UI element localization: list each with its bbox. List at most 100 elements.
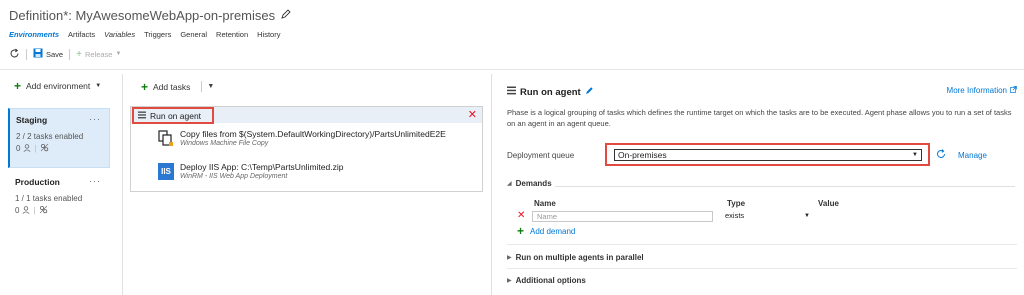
- chevron-down-icon: ▼: [95, 83, 102, 89]
- more-information-link[interactable]: More Information: [947, 86, 1017, 95]
- tab-retention[interactable]: Retention: [216, 30, 248, 39]
- delete-demand-icon[interactable]: ✕: [517, 210, 525, 221]
- section-divider: [507, 268, 1017, 269]
- environment-card-production[interactable]: Production ··· 1 / 1 tasks enabled 0 |: [8, 170, 110, 230]
- add-demand-button[interactable]: + Add demand: [517, 224, 576, 238]
- more-information-label: More Information: [946, 86, 1007, 95]
- phase-detail-panel: Run on agent More Information Phase is a…: [507, 86, 1017, 285]
- tab-artifacts[interactable]: Artifacts: [68, 30, 95, 39]
- more-options-icon[interactable]: ···: [89, 114, 101, 124]
- add-environment-label: Add environment: [26, 81, 91, 91]
- task-name: Deploy IIS App: C:\Temp\PartsUnlimited.z…: [180, 162, 344, 172]
- column-divider: [122, 74, 123, 295]
- phase-list-icon: [507, 86, 516, 98]
- deployment-conditions-icon: [40, 143, 49, 154]
- task-copy-files[interactable]: Copy files from $(System.DefaultWorkingD…: [158, 129, 446, 147]
- detail-header: Run on agent: [507, 86, 1017, 98]
- additional-options-label: Additional options: [515, 276, 586, 285]
- chevron-down-icon[interactable]: ▼: [207, 83, 214, 90]
- release-label: Release: [84, 49, 113, 59]
- phase-run-on-agent[interactable]: Run on agent: [132, 107, 214, 124]
- phase-description: Phase is a logical grouping of tasks whi…: [507, 108, 1012, 128]
- iis-icon: IIS: [158, 162, 174, 180]
- environment-task-status: 1 / 1 tasks enabled: [15, 194, 83, 203]
- collapse-triangle-icon: ◢: [507, 181, 512, 187]
- plus-icon: +: [517, 224, 525, 238]
- toolbar-divider: [69, 48, 71, 60]
- approver-icon: [22, 205, 30, 216]
- manage-queue-link[interactable]: Manage: [958, 151, 987, 160]
- demands-section-toggle[interactable]: ◢ Demands: [507, 179, 552, 188]
- section-divider: [507, 244, 1017, 245]
- approver-icon: [23, 143, 31, 154]
- plus-icon: +: [141, 79, 149, 94]
- header-divider: [0, 69, 1024, 70]
- demand-type-value: exists: [725, 211, 745, 220]
- task-subtitle: Windows Machine File Copy: [180, 140, 269, 147]
- deployment-conditions-icon: [39, 205, 48, 216]
- refresh-icon[interactable]: [9, 48, 20, 61]
- deployment-queue-select[interactable]: On-premises ▼: [614, 149, 922, 161]
- chevron-down-icon: ▼: [115, 51, 122, 57]
- tab-variables[interactable]: Variables: [104, 30, 135, 39]
- environment-meta: 0 |: [15, 205, 103, 216]
- definition-toolbar: Save + Release ▼: [9, 47, 121, 61]
- task-deploy-iis[interactable]: IIS Deploy IIS App: C:\Temp\PartsUnlimit…: [158, 162, 343, 180]
- environment-meta: 0 |: [16, 143, 103, 154]
- additional-options-toggle[interactable]: ▶ Additional options: [507, 276, 586, 285]
- page-header: Definition*: MyAwesomeWebApp-on-premises: [9, 6, 291, 24]
- detail-title: Run on agent: [520, 86, 581, 98]
- demand-col-name: Name: [534, 199, 556, 208]
- external-link-icon: [1010, 86, 1017, 95]
- chevron-down-icon: ▼: [804, 213, 810, 219]
- deployment-queue-label: Deployment queue: [507, 151, 575, 160]
- demand-type-select[interactable]: exists ▼: [725, 211, 810, 222]
- task-list-panel: Run on agent ✕ Copy files from $(System.…: [130, 106, 483, 192]
- deployment-queue-row: Deployment queue On-premises ▼ Manage: [507, 143, 1017, 167]
- expand-triangle-icon: ▶: [507, 278, 512, 284]
- definition-tabs: Environments Artifacts Variables Trigger…: [9, 30, 280, 39]
- tab-history[interactable]: History: [257, 30, 280, 39]
- task-subtitle: WinRM - IIS Web App Deployment: [180, 173, 288, 180]
- demands-label: Demands: [515, 179, 552, 188]
- tab-general[interactable]: General: [180, 30, 207, 39]
- expand-triangle-icon: ▶: [507, 255, 512, 261]
- plus-icon: +: [14, 79, 22, 93]
- file-copy-icon: [158, 129, 174, 147]
- edit-pencil-icon[interactable]: [585, 86, 594, 98]
- chevron-down-icon: ▼: [912, 152, 918, 158]
- more-options-icon[interactable]: ···: [89, 176, 101, 186]
- add-demand-label: Add demand: [530, 226, 576, 236]
- phase-list-icon: [138, 111, 146, 121]
- demand-name-input[interactable]: Name: [532, 211, 713, 222]
- parallel-section-label: Run on multiple agents in parallel: [515, 253, 644, 262]
- column-divider: [491, 74, 492, 295]
- refresh-queue-icon[interactable]: [936, 149, 946, 162]
- deployment-queue-highlight: On-premises ▼: [605, 143, 930, 166]
- demand-col-value: Value: [818, 199, 839, 208]
- toolbar-divider: [26, 48, 27, 60]
- save-button[interactable]: Save: [33, 48, 63, 60]
- add-environment-button[interactable]: + Add environment ▼: [14, 79, 102, 93]
- toolbar-divider: [201, 81, 203, 92]
- release-button[interactable]: + Release ▼: [76, 49, 121, 60]
- approver-count: 0: [16, 144, 21, 153]
- parallel-section-toggle[interactable]: ▶ Run on multiple agents in parallel: [507, 253, 644, 262]
- demands-divider: [555, 186, 1015, 187]
- phase-row[interactable]: Run on agent ✕: [131, 107, 482, 124]
- save-icon: [33, 48, 43, 60]
- demand-col-type: Type: [727, 199, 746, 208]
- delete-phase-icon[interactable]: ✕: [468, 108, 477, 121]
- deployment-queue-value: On-premises: [618, 150, 667, 160]
- approver-count: 0: [15, 206, 20, 215]
- task-name: Copy files from $(System.DefaultWorkingD…: [180, 129, 446, 139]
- tab-triggers[interactable]: Triggers: [144, 30, 171, 39]
- environment-task-status: 2 / 2 tasks enabled: [16, 132, 84, 141]
- iis-icon-text: IIS: [158, 162, 174, 180]
- phase-label: Run on agent: [150, 110, 202, 121]
- add-tasks-button[interactable]: + Add tasks ▼: [141, 79, 214, 94]
- edit-pencil-icon[interactable]: [281, 8, 291, 22]
- tab-environments[interactable]: Environments: [9, 30, 59, 39]
- environment-card-staging[interactable]: Staging ··· 2 / 2 tasks enabled 0 |: [8, 108, 110, 168]
- save-label: Save: [46, 49, 64, 59]
